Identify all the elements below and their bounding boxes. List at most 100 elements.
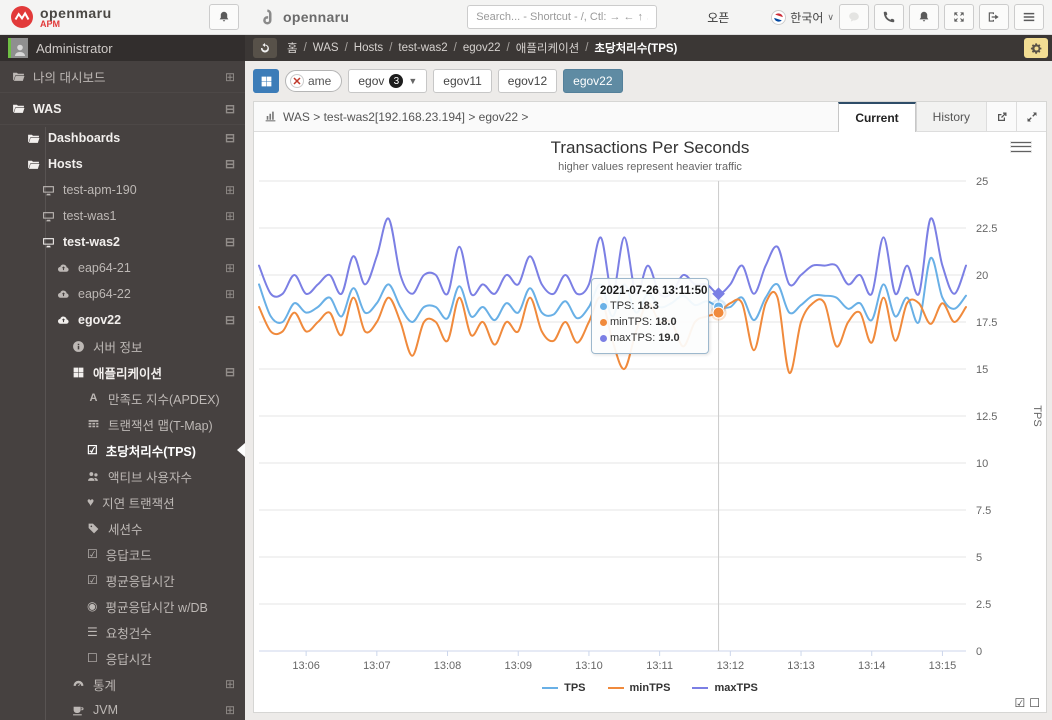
logout-button[interactable]: [979, 4, 1009, 30]
instance-button-egov12[interactable]: egov12: [497, 69, 558, 93]
fullscreen-button[interactable]: [944, 4, 974, 30]
collapse-icon[interactable]: ⊟: [225, 157, 235, 171]
sidebar-item-request-count[interactable]: ☰ 요청건수: [0, 619, 245, 645]
gear-icon: [1030, 42, 1043, 55]
sidebar-item-response-time[interactable]: ☐ 응답시간: [0, 645, 245, 671]
expand-icon[interactable]: ⊞: [225, 183, 235, 197]
resize-button[interactable]: [1016, 102, 1046, 131]
language-selector[interactable]: 한국어 ∨: [771, 9, 834, 26]
breadcrumb-separator: /: [389, 42, 393, 54]
check-square-icon: ☑: [87, 443, 98, 457]
checked-box-icon[interactable]: ☑: [1014, 696, 1025, 710]
sidebar-item-test-apm-190[interactable]: test-apm-190 ⊞: [0, 177, 245, 203]
open-external-button[interactable]: [986, 102, 1016, 131]
external-link-icon: [996, 111, 1008, 123]
collapse-icon[interactable]: ⊟: [225, 235, 235, 249]
brand-name: openmaru: [40, 4, 112, 21]
sidebar-item-server-info[interactable]: 서버 정보: [0, 333, 245, 359]
sidebar-item-application[interactable]: 애플리케이션 ⊟: [0, 359, 245, 385]
close-icon[interactable]: ✕: [290, 74, 304, 88]
legend-item-maxTPS[interactable]: maxTPS: [692, 682, 758, 694]
sidebar-item-active-users[interactable]: 액티브 사용자수: [0, 463, 245, 489]
expand-icon[interactable]: ⊞: [225, 287, 235, 301]
breadcrumb-item[interactable]: Hosts: [354, 42, 383, 54]
expand-icon[interactable]: ⊞: [225, 209, 235, 223]
sidebar-item-was[interactable]: WAS ⊟: [0, 93, 245, 125]
legend-item-minTPS[interactable]: minTPS: [607, 682, 670, 694]
expand-icon[interactable]: ⊞: [225, 677, 235, 691]
unchecked-box-icon[interactable]: ☐: [1029, 696, 1040, 710]
instance-button-egov11[interactable]: egov11: [433, 69, 492, 93]
collapse-icon[interactable]: ⊟: [225, 131, 235, 145]
sidebar-item-label: 나의 대시보드: [33, 71, 106, 85]
breadcrumb-item[interactable]: 홈: [287, 40, 298, 56]
sidebar-item-hosts[interactable]: Hosts ⊟: [0, 151, 245, 177]
folder-icon: [27, 132, 40, 145]
sidebar-item-label: test-was2: [63, 235, 120, 249]
legend-item-TPS[interactable]: TPS: [542, 682, 586, 694]
chat-icon: [847, 10, 861, 24]
cloud-icon: [57, 288, 70, 301]
sidebar-item-tmap[interactable]: 트랜잭션 맵(T-Map): [0, 411, 245, 437]
group-dropdown-button[interactable]: egov 3 ▼: [348, 69, 428, 93]
sidebar-item-eap64-21[interactable]: eap64-21 ⊞: [0, 255, 245, 281]
chat-button[interactable]: [839, 4, 869, 30]
instance-button-egov22[interactable]: egov22: [563, 69, 623, 93]
chevron-down-icon: ∨: [827, 11, 834, 22]
legend-label: maxTPS: [714, 682, 758, 694]
sidebar-item-avg-response-db[interactable]: ◉ 평균응답시간 w/DB: [0, 593, 245, 619]
sidebar-item-sessions[interactable]: 세션수: [0, 515, 245, 541]
breadcrumb-item[interactable]: test-was2: [398, 42, 447, 54]
caret-down-icon: ▼: [408, 76, 418, 86]
sidebar-item-test-was1[interactable]: test-was1 ⊞: [0, 203, 245, 229]
tab-history[interactable]: History: [915, 102, 986, 131]
expand-icon[interactable]: ⊞: [225, 261, 235, 275]
sidebar-item-delayed-tx[interactable]: ♥ 지연 트랜잭션: [0, 489, 245, 515]
layout-grid-button[interactable]: [253, 69, 279, 93]
sidebar-item-tps[interactable]: ☑ 초당처리수(TPS): [0, 437, 245, 463]
settings-button[interactable]: [1024, 38, 1048, 58]
collapse-icon[interactable]: ⊟: [225, 313, 235, 327]
filter-chip[interactable]: ✕ ame: [285, 70, 343, 92]
sidebar-item-my-dashboard[interactable]: 나의 대시보드 ⊞: [0, 61, 245, 93]
chart-panel: WAS > test-was2[192.168.23.194] > egov22…: [253, 101, 1047, 713]
breadcrumb-item[interactable]: 애플리케이션: [516, 40, 579, 56]
collapse-icon[interactable]: ⊟: [225, 102, 235, 116]
expand-icon[interactable]: ⊞: [225, 70, 235, 84]
sidebar-item-label: 통계: [93, 678, 117, 693]
sidebar-item-egov22[interactable]: egov22 ⊟: [0, 307, 245, 333]
tab-current[interactable]: Current: [838, 102, 916, 132]
filter-bar: ✕ ame egov 3 ▼ egov11 egov12 egov22: [253, 68, 1047, 94]
alerts-button[interactable]: [909, 4, 939, 30]
breadcrumb-separator: /: [344, 42, 348, 54]
breadcrumb-separator: /: [303, 42, 307, 54]
sidebar-item-statistics[interactable]: 통계 ⊞: [0, 671, 245, 697]
sidebar-item-label: 애플리케이션: [93, 366, 163, 381]
folder-icon: [12, 70, 25, 83]
tooltip-series-label: minTPS: [610, 315, 652, 331]
notifications-button[interactable]: [209, 4, 239, 30]
expand-icon[interactable]: ⊞: [225, 703, 235, 717]
sidebar-item-response-code[interactable]: ☑ 응답코드: [0, 541, 245, 567]
sidebar-item-avg-response[interactable]: ☑ 평균응답시간: [0, 567, 245, 593]
breadcrumb-item[interactable]: egov22: [463, 42, 501, 54]
phone-button[interactable]: [874, 4, 904, 30]
info-icon: [72, 340, 85, 353]
refresh-button[interactable]: [253, 38, 277, 58]
collapse-icon[interactable]: ⊟: [225, 365, 235, 379]
sidebar-item-test-was2[interactable]: test-was2 ⊟: [0, 229, 245, 255]
sidebar-item-jvm[interactable]: JVM ⊞: [0, 697, 245, 720]
menu-button[interactable]: [1014, 4, 1044, 30]
breadcrumb-item[interactable]: WAS: [313, 42, 339, 54]
svg-text:13:12: 13:12: [717, 660, 745, 672]
sidebar-item-apdex[interactable]: A 만족도 지수(APDEX): [0, 385, 245, 411]
sidebar-item-eap64-22[interactable]: eap64-22 ⊞: [0, 281, 245, 307]
openmaru-logo-icon: [11, 6, 33, 28]
sidebar-item-label: eap64-22: [78, 287, 131, 301]
hamburger-icon: [1022, 10, 1036, 24]
korea-flag-icon: [771, 9, 787, 25]
svg-text:13:10: 13:10: [575, 660, 603, 672]
breadcrumb-item[interactable]: 초당처리수(TPS): [594, 40, 677, 56]
search-input[interactable]: [467, 5, 658, 29]
sidebar-item-dashboards[interactable]: Dashboards ⊟: [0, 125, 245, 151]
